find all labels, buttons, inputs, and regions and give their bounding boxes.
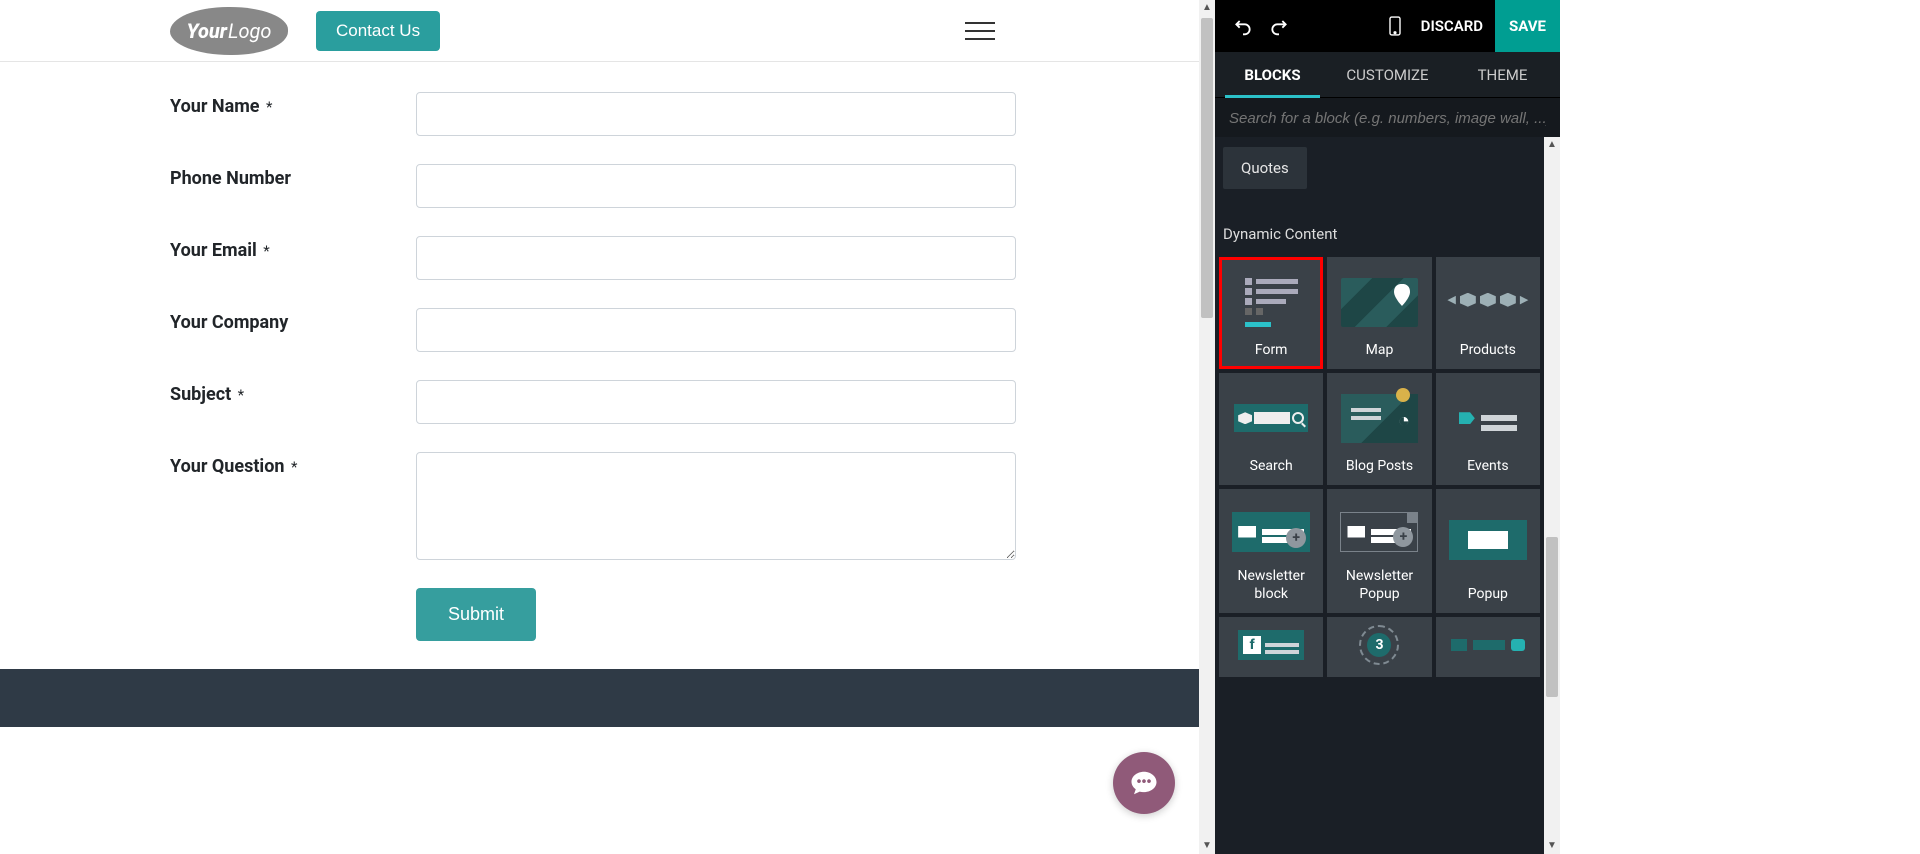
site-canvas: YourLogo Contact Us Your Name * Phone Nu…: [0, 0, 1215, 854]
menu-icon[interactable]: [965, 22, 995, 40]
save-button[interactable]: SAVE: [1495, 0, 1560, 52]
site-logo[interactable]: YourLogo: [170, 7, 288, 55]
editor-tabs: BLOCKS CUSTOMIZE THEME: [1215, 52, 1560, 98]
redo-icon[interactable]: [1265, 12, 1293, 40]
form-row-name: Your Name *: [170, 92, 1029, 136]
label-name: Your Name *: [170, 92, 416, 117]
block-popup[interactable]: Popup: [1436, 489, 1540, 613]
site-footer: [0, 669, 1199, 727]
newsletterblock-thumb-icon: +: [1223, 495, 1319, 568]
block-search-input[interactable]: [1229, 110, 1546, 127]
scroll-down-icon[interactable]: ▼: [1202, 838, 1212, 854]
block-label: Search: [1250, 458, 1293, 476]
scroll-up-icon[interactable]: ▲: [1202, 0, 1212, 16]
label-company: Your Company: [170, 308, 416, 333]
label-email: Your Email *: [170, 236, 416, 261]
blog-thumb-icon: ◔: [1331, 379, 1427, 458]
input-name[interactable]: [416, 92, 1016, 136]
chat-fab[interactable]: [1113, 752, 1175, 814]
editor-panel: DISCARD SAVE BLOCKS CUSTOMIZE THEME Quot…: [1215, 0, 1560, 854]
input-company[interactable]: [416, 308, 1016, 352]
scroll-down-icon[interactable]: ▼: [1547, 838, 1557, 854]
scroll-thumb[interactable]: [1546, 537, 1558, 697]
site-header: YourLogo Contact Us: [0, 0, 1199, 62]
block-events[interactable]: Events: [1436, 373, 1540, 485]
block-blogposts[interactable]: ◔ Blog Posts: [1327, 373, 1431, 485]
section-dynamic-content: Dynamic Content: [1223, 225, 1540, 243]
countdown-thumb-icon: 3: [1331, 623, 1427, 667]
editor-body: Quotes Dynamic Content Form Map: [1215, 137, 1560, 854]
map-thumb-icon: [1331, 263, 1427, 342]
contact-form: Your Name * Phone Number Your Email * Yo…: [0, 62, 1199, 641]
block-facebook[interactable]: f: [1219, 617, 1323, 677]
block-label: Newsletter Popup: [1331, 568, 1427, 603]
donation-thumb-icon: [1440, 623, 1536, 667]
logo-text-2: Logo: [228, 19, 271, 43]
block-label: Products: [1460, 342, 1516, 360]
label-subject: Subject *: [170, 380, 416, 405]
canvas-scrollbar[interactable]: ▲ ▼: [1199, 0, 1215, 854]
block-countdown[interactable]: 3: [1327, 617, 1431, 677]
label-phone: Phone Number: [170, 164, 416, 189]
input-phone[interactable]: [416, 164, 1016, 208]
chat-icon: [1129, 768, 1159, 798]
form-row-subject: Subject *: [170, 380, 1029, 424]
tab-theme[interactable]: THEME: [1445, 52, 1560, 97]
logo-text-1: Your: [186, 19, 227, 43]
tab-customize[interactable]: CUSTOMIZE: [1330, 52, 1445, 97]
block-form[interactable]: Form: [1219, 257, 1323, 369]
discard-button[interactable]: DISCARD: [1409, 17, 1495, 35]
editor-scrollbar[interactable]: ▲ ▼: [1544, 137, 1560, 854]
form-row-email: Your Email *: [170, 236, 1029, 280]
scroll-up-icon[interactable]: ▲: [1547, 137, 1557, 153]
block-label: Blog Posts: [1346, 458, 1413, 476]
popup-thumb-icon: [1440, 495, 1536, 586]
search-thumb-icon: [1223, 379, 1319, 458]
facebook-thumb-icon: f: [1223, 623, 1319, 667]
input-email[interactable]: [416, 236, 1016, 280]
label-question: Your Question *: [170, 452, 416, 477]
block-search[interactable]: Search: [1219, 373, 1323, 485]
block-products[interactable]: ◀▶ Products: [1436, 257, 1540, 369]
input-subject[interactable]: [416, 380, 1016, 424]
form-row-phone: Phone Number: [170, 164, 1029, 208]
block-newsletterblock[interactable]: + Newsletter block: [1219, 489, 1323, 613]
block-label: Newsletter block: [1223, 568, 1319, 603]
undo-icon[interactable]: [1229, 12, 1257, 40]
block-grid: Form Map ◀▶ Products Search: [1215, 257, 1544, 677]
submit-button[interactable]: Submit: [416, 588, 536, 641]
block-newsletterpopup[interactable]: + Newsletter Popup: [1327, 489, 1431, 613]
form-thumb-icon: [1223, 263, 1319, 342]
tab-blocks[interactable]: BLOCKS: [1215, 52, 1330, 97]
events-thumb-icon: [1440, 379, 1536, 458]
block-search: [1215, 98, 1560, 137]
scroll-thumb[interactable]: [1201, 18, 1213, 318]
block-quotes[interactable]: Quotes: [1223, 147, 1307, 189]
mobile-preview-icon[interactable]: [1381, 12, 1409, 40]
contact-button[interactable]: Contact Us: [316, 11, 440, 51]
block-label: Popup: [1468, 586, 1508, 604]
products-thumb-icon: ◀▶: [1440, 263, 1536, 342]
block-label: Events: [1467, 458, 1508, 476]
block-label: Map: [1366, 342, 1394, 360]
block-map[interactable]: Map: [1327, 257, 1431, 369]
block-label: Form: [1255, 342, 1288, 360]
block-donation[interactable]: [1436, 617, 1540, 677]
input-question[interactable]: [416, 452, 1016, 560]
editor-toolbar: DISCARD SAVE: [1215, 0, 1560, 52]
form-row-company: Your Company: [170, 308, 1029, 352]
form-row-question: Your Question *: [170, 452, 1029, 560]
newsletterpopup-thumb-icon: +: [1331, 495, 1427, 568]
